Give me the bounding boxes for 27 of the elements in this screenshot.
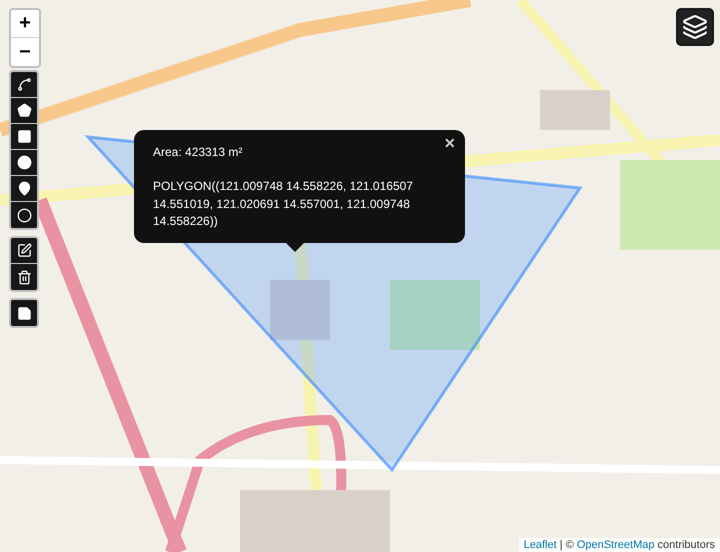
attribution-text: Leaflet | © OpenStreetMap contributors [518,538,720,552]
polygon-tool-button[interactable] [11,98,37,124]
close-button[interactable]: × [442,133,457,154]
pentagon-icon [16,103,32,118]
trash-icon [16,270,32,284]
circle-icon [16,155,32,170]
rectangle-tool-button[interactable] [11,124,37,150]
layers-button[interactable] [676,8,714,46]
circle-outline-icon [16,208,32,222]
leaflet-link[interactable]: Leaflet [524,539,557,551]
layers-icon [682,14,708,40]
circlemarker-tool-button[interactable] [11,202,37,228]
edit-icon [16,243,32,258]
map-pin-icon [16,181,32,196]
save-icon [16,306,32,320]
polyline-tool-button[interactable] [11,72,37,98]
openstreetmap-link[interactable]: OpenStreetMap [576,539,654,551]
polygon-wkt-text: POLYGON((121.009748 14.558226, 121.016507 14.551019, 121.020691 14.557001, 121.009748 14.558226)) [153,178,414,230]
area-text: Area: 423313 m² [153,144,244,161]
delete-tool-button[interactable] [11,264,37,290]
line-icon [16,77,32,92]
circle-tool-button[interactable] [11,150,37,176]
edit-tool-button[interactable] [11,238,37,264]
square-icon [16,129,32,144]
zoom-in-button[interactable]: + [11,10,39,38]
marker-tool-button[interactable] [11,176,37,202]
save-tool-button[interactable] [11,300,37,326]
